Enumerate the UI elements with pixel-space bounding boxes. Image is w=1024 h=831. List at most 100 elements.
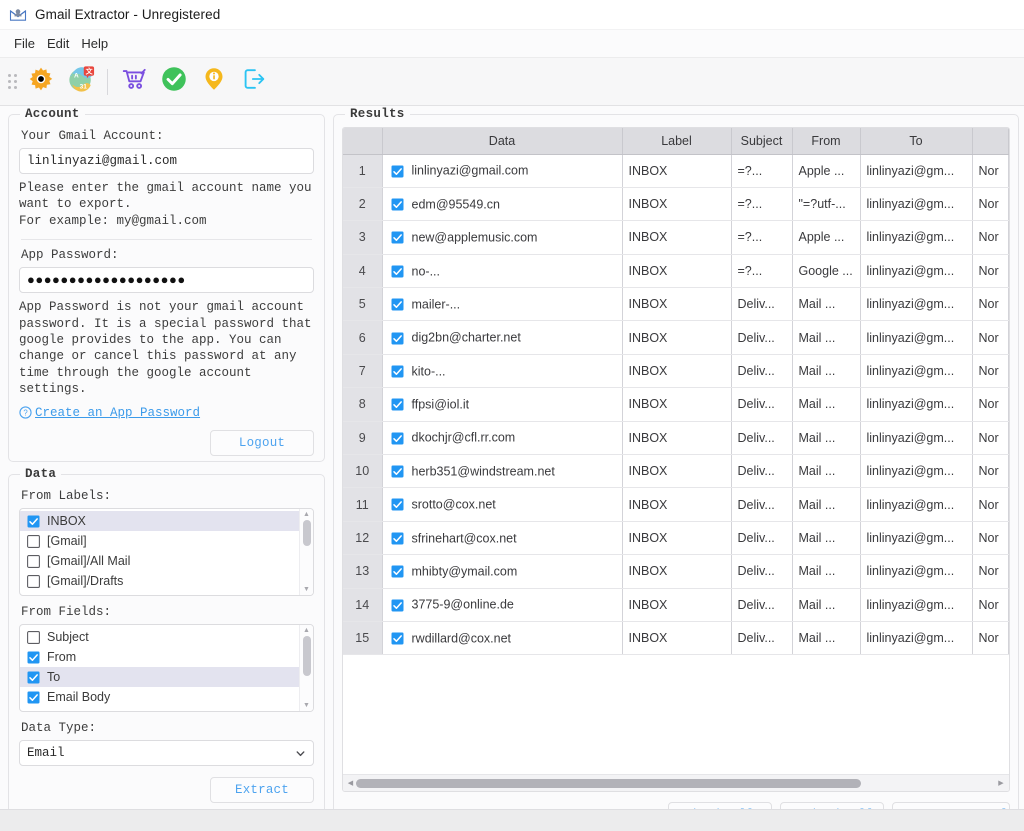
row-data-cell[interactable]: edm@95549.cn [382,187,623,222]
table-row[interactable]: 13 mhibty@ymail.com INBOX Deliv... Mail ... l… [343,554,1009,589]
checkbox-checked-icon[interactable] [391,498,404,511]
from-fields-listbox[interactable]: Subject From To Email Body ▲ ▼ [19,624,314,712]
data-type-select[interactable]: Email [19,740,314,766]
checkbox-checked-icon[interactable] [391,599,404,612]
row-data-cell[interactable]: 3775-9@online.de [382,588,623,622]
row-data-cell[interactable]: no-... [382,254,623,289]
menu-edit[interactable]: Edit [41,34,75,53]
row-data-cell[interactable]: rwdillard@cox.net [382,621,623,656]
menu-help[interactable]: Help [75,34,114,53]
row-data-cell[interactable]: dkochjr@cfl.rr.com [382,421,623,456]
row-data-cell[interactable]: dig2bn@charter.net [382,320,623,355]
checkbox-checked-icon[interactable] [391,465,404,478]
checkbox-unchecked-icon[interactable] [27,710,40,711]
extract-button[interactable]: Extract [210,777,314,803]
scroll-right-icon[interactable]: ▶ [996,779,1007,787]
checkbox-checked-icon[interactable] [27,651,40,664]
table-row[interactable]: 11 srotto@cox.net INBOX Deliv... Mail ... lin… [343,487,1009,522]
table-row[interactable]: 2 edm@95549.cn INBOX =?... "=?utf-... linliny… [343,187,1009,222]
checkbox-checked-icon[interactable] [391,198,404,211]
checkbox-checked-icon[interactable] [391,298,404,311]
table-row[interactable]: 12 sfrinehart@cox.net INBOX Deliv... Mail ..… [343,521,1009,556]
row-data-cell[interactable]: kito-... [382,354,623,389]
list-item[interactable]: [Gmail]/All Mail [20,551,299,571]
checkbox-unchecked-icon[interactable] [27,574,40,588]
checkbox-checked-icon[interactable] [391,265,404,278]
scrollbar-track[interactable] [300,634,313,702]
buy-button[interactable] [114,62,154,102]
checkbox-checked-icon[interactable] [391,165,404,178]
scrollbar-track[interactable] [300,518,313,586]
row-data-cell[interactable]: mailer-... [382,287,623,322]
scroll-down-icon[interactable]: ▼ [303,586,310,593]
app-password-input[interactable]: ●●●●●●●●●●●●●●●●●●● [19,267,314,294]
register-button[interactable] [154,62,194,102]
column-header-label[interactable]: Label [622,128,732,155]
checkbox-checked-icon[interactable] [391,398,404,411]
column-header-from[interactable]: From [792,128,861,155]
table-row[interactable]: 8 ffpsi@iol.it INBOX Deliv... Mail ... linlin… [343,387,1009,422]
table-row[interactable]: 3 new@applemusic.com INBOX =?... Apple ... li… [343,220,1009,255]
from-fields-scrollbar[interactable]: ▲ ▼ [299,625,313,711]
column-header-subject[interactable]: Subject [731,128,793,155]
menu-file[interactable]: File [8,34,41,53]
list-item[interactable]: Subject [20,627,299,647]
checkbox-checked-icon[interactable] [27,515,40,528]
table-row[interactable]: 6 dig2bn@charter.net INBOX Deliv... Mail ...… [343,320,1009,355]
list-item-partial[interactable] [20,707,299,711]
checkbox-unchecked-icon[interactable] [27,534,40,548]
create-app-password-link[interactable]: Create an App Password [35,406,200,420]
scroll-up-icon[interactable]: ▲ [303,627,310,634]
list-item-partial[interactable] [20,591,299,595]
list-item[interactable]: To [20,667,299,687]
row-data-cell[interactable]: sfrinehart@cox.net [382,521,623,556]
checkbox-checked-icon[interactable] [391,565,404,578]
row-data-cell[interactable]: linlinyazi@gmail.com [382,154,623,188]
row-data-cell[interactable]: mhibty@ymail.com [382,554,623,589]
exit-button[interactable] [234,62,274,102]
list-item[interactable]: From [20,647,299,667]
row-data-cell[interactable]: new@applemusic.com [382,220,623,255]
checkbox-checked-icon[interactable] [391,432,404,445]
checkbox-checked-icon[interactable] [391,632,404,645]
from-labels-scrollbar[interactable]: ▲ ▼ [299,509,313,595]
drag-grip-icon[interactable] [6,71,18,93]
table-row[interactable]: 1 linlinyazi@gmail.com INBOX =?... Apple ...… [343,154,1009,188]
checkbox-checked-icon[interactable] [27,671,40,684]
checkbox-checked-icon[interactable] [391,365,404,378]
table-row[interactable]: 15 rwdillard@cox.net INBOX Deliv... Mail ...… [343,621,1009,656]
logout-button[interactable]: Logout [210,429,314,456]
checkbox-unchecked-icon[interactable] [27,630,40,644]
list-item[interactable]: [Gmail]/Drafts [20,571,299,591]
list-item[interactable]: Email Body [20,687,299,707]
row-data-cell[interactable]: ffpsi@iol.it [382,387,623,422]
row-data-cell[interactable]: herb351@windstream.net [382,454,623,489]
checkbox-unchecked-icon[interactable] [27,554,40,568]
checkbox-checked-icon[interactable] [27,691,40,704]
table-row[interactable]: 9 dkochjr@cfl.rr.com INBOX Deliv... Mail ...… [343,421,1009,456]
gmail-account-input[interactable]: linlinyazi@gmail.com [19,148,314,174]
list-item[interactable]: INBOX [20,511,299,531]
about-button[interactable] [194,62,234,102]
checkbox-checked-icon[interactable] [391,532,404,545]
scrollbar-thumb[interactable] [303,520,311,546]
scroll-left-icon[interactable]: ◀ [345,779,356,787]
checkbox-checked-icon[interactable] [391,231,404,244]
settings-button[interactable] [21,62,61,102]
hscrollbar-thumb[interactable] [356,779,862,788]
scrollbar-thumb[interactable] [303,636,311,676]
column-header-data[interactable]: Data [382,128,623,155]
scroll-down-icon[interactable]: ▼ [303,702,310,709]
checkbox-unchecked-icon[interactable] [27,594,40,595]
column-header-to[interactable]: To [860,128,973,155]
from-labels-listbox[interactable]: INBOX [Gmail] [Gmail]/All Mail [Gmail]/D… [19,508,314,596]
table-row[interactable]: 5 mailer-... INBOX Deliv... Mail ... linlinya… [343,287,1009,322]
scroll-up-icon[interactable]: ▲ [303,511,310,518]
table-row[interactable]: 14 3775-9@online.de INBOX Deliv... Mail ... l… [343,588,1009,622]
column-header-extra[interactable] [972,128,1009,155]
table-row[interactable]: 7 kito-... INBOX Deliv... Mail ... linlinyazi… [343,354,1009,389]
language-button[interactable]: A 31 文 [61,62,101,102]
table-row[interactable]: 4 no-... INBOX =?... Google ... linlinyazi@gm… [343,254,1009,289]
checkbox-checked-icon[interactable] [391,332,404,345]
hscrollbar-track[interactable] [356,775,996,791]
